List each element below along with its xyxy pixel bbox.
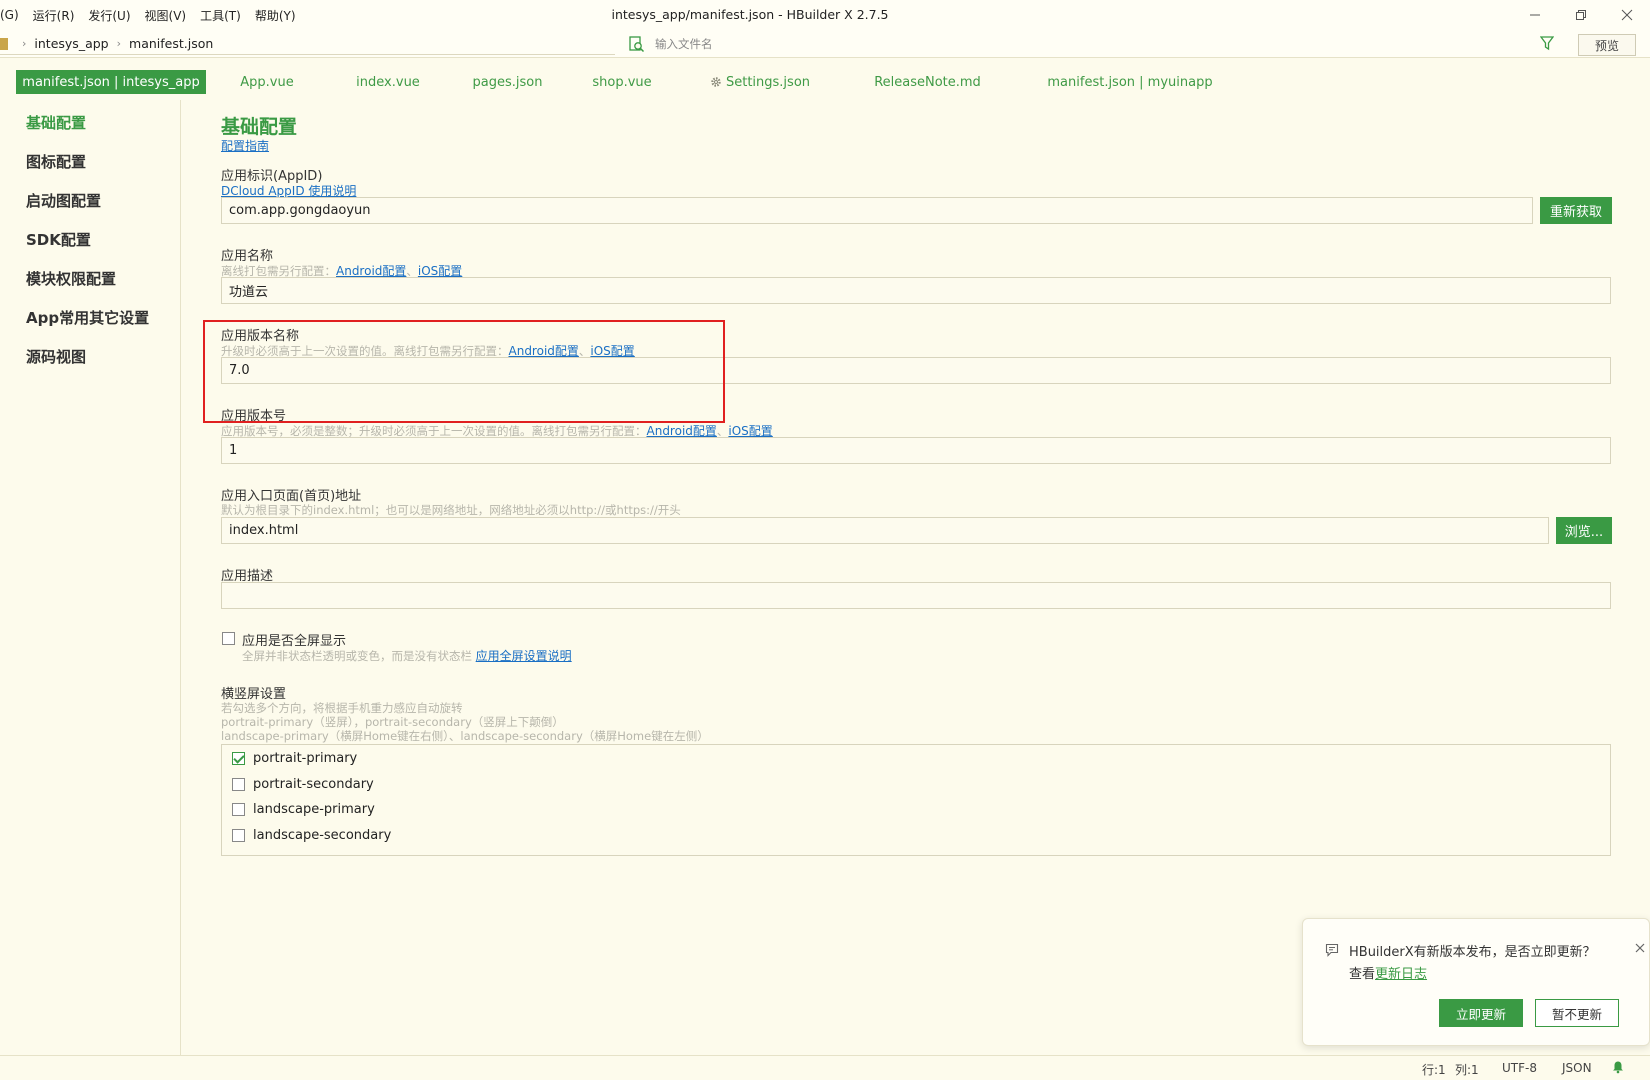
orientation-option-landscape-secondary[interactable]: landscape-secondary <box>232 825 391 845</box>
landscape-secondary-label: landscape-secondary <box>253 827 392 843</box>
version-code-hint-text: 应用版本号，必须是整数；升级时必须高于上一次设置的值。离线打包需另行配置： <box>221 424 647 438</box>
breadcrumb: › intesys_app › manifest.json <box>0 36 213 51</box>
tab-manifest-intesys[interactable]: manifest.json | intesys_app <box>16 70 206 94</box>
preview-button[interactable]: 预览 <box>1578 34 1636 56</box>
browse-button[interactable]: 浏览... <box>1556 517 1612 544</box>
app-name-field[interactable]: 功道云 <box>221 277 1611 304</box>
sidebar-item-splash[interactable]: 启动图配置 <box>26 190 101 211</box>
chevron-right-icon: › <box>22 37 27 50</box>
toolbar: › intesys_app › manifest.json 预览 <box>0 30 1650 58</box>
landscape-secondary-checkbox[interactable] <box>232 828 245 842</box>
fullscreen-hint: 全屏并非状态栏透明或变色，而是没有状态栏 应用全屏设置说明 <box>242 647 572 664</box>
entry-page-field[interactable]: index.html <box>221 517 1549 544</box>
project-icon <box>0 37 8 50</box>
orientation-option-portrait-primary[interactable]: portrait-primary <box>232 748 357 768</box>
minimize-icon[interactable] <box>1512 0 1558 30</box>
tab-manifest-myuinapp[interactable]: manifest.json | myuinapp <box>1040 70 1220 94</box>
tab-shop-vue[interactable]: shop.vue <box>582 70 662 94</box>
sidebar-item-basic[interactable]: 基础配置 <box>26 112 86 133</box>
close-notification-icon[interactable] <box>1635 941 1649 957</box>
breadcrumb-divider <box>0 54 615 55</box>
close-window-icon[interactable] <box>1604 0 1650 30</box>
orientation-options: portrait-primary portrait-secondary land… <box>221 744 1611 856</box>
breadcrumb-project[interactable]: intesys_app <box>34 36 108 51</box>
orientation-hint-3: landscape-primary（横屏Home键在右侧）、landscape-… <box>221 729 709 743</box>
update-notification: HBuilderX有新版本发布，是否立即更新？ 查看更新日志 立即更新 暂不更新 <box>1302 918 1650 1046</box>
sidebar-item-source[interactable]: 源码视图 <box>26 346 86 367</box>
status-encoding[interactable]: UTF-8 <box>1502 1061 1537 1075</box>
sidebar-item-icons[interactable]: 图标配置 <box>26 151 86 172</box>
app-name-ios-link[interactable]: iOS配置 <box>418 264 462 278</box>
file-search-icon[interactable] <box>628 35 646 53</box>
menu-bar: (G) 运行(R) 发行(U) 视图(V) 工具(T) 帮助(Y) intesy… <box>0 0 1650 30</box>
app-name-hint-sep: 、 <box>406 264 418 278</box>
update-message: HBuilderX有新版本发布，是否立即更新？ <box>1349 945 1596 960</box>
tab-app-vue[interactable]: App.vue <box>232 70 302 94</box>
config-guide-link[interactable]: 配置指南 <box>221 137 269 154</box>
appid-field[interactable]: com.app.gongdaoyun <box>221 197 1533 224</box>
description-field[interactable] <box>221 582 1611 609</box>
landscape-primary-checkbox[interactable] <box>232 802 245 816</box>
editor-tabs: manifest.json | intesys_app App.vue inde… <box>0 66 1650 96</box>
sidebar-item-modules[interactable]: 模块权限配置 <box>26 268 116 289</box>
view-prefix: 查看 <box>1349 967 1376 982</box>
refetch-appid-button[interactable]: 重新获取 <box>1540 197 1612 224</box>
portrait-secondary-label: portrait-secondary <box>253 776 374 792</box>
app-name-hint-text: 离线打包需另行配置： <box>221 264 336 278</box>
restore-icon[interactable] <box>1558 0 1604 30</box>
status-bar: 行:1 列:1 UTF-8 JSON <box>0 1055 1650 1080</box>
file-search-input[interactable] <box>655 33 1515 55</box>
config-form: 基础配置 配置指南 应用标识(AppID) DCloud AppID 使用说明 … <box>181 100 1650 1055</box>
sidebar-item-other[interactable]: App常用其它设置 <box>26 307 149 328</box>
breadcrumb-file[interactable]: manifest.json <box>129 36 213 51</box>
orientation-option-portrait-secondary[interactable]: portrait-secondary <box>232 774 374 794</box>
app-name-android-link[interactable]: Android配置 <box>336 264 406 278</box>
chevron-right-icon: › <box>116 37 122 50</box>
tab-index-vue[interactable]: index.vue <box>348 70 428 94</box>
landscape-primary-label: landscape-primary <box>253 801 375 817</box>
gear-icon <box>711 77 721 87</box>
orientation-option-landscape-primary[interactable]: landscape-primary <box>232 799 375 819</box>
portrait-primary-checkbox[interactable] <box>232 751 245 765</box>
highlight-annotation-box <box>203 320 725 423</box>
entry-page-hint: 默认为根目录下的index.html；也可以是网络地址，网络地址必须以http:… <box>221 503 681 517</box>
version-code-hint-sep: 、 <box>716 424 729 438</box>
status-language[interactable]: JSON <box>1562 1061 1592 1075</box>
window-title: intesys_app/manifest.json - HBuilder X 2… <box>611 7 889 22</box>
changelog-link[interactable]: 更新日志 <box>1375 967 1427 982</box>
tab-settings-label: Settings.json <box>725 74 811 90</box>
status-line[interactable]: 行:1 <box>1422 1061 1446 1078</box>
filter-icon[interactable] <box>1539 35 1555 51</box>
sidebar-item-sdk[interactable]: SDK配置 <box>26 229 91 250</box>
bell-icon[interactable] <box>1612 1060 1624 1077</box>
page-title: 基础配置 <box>221 116 298 138</box>
version-code-android-link[interactable]: Android配置 <box>647 424 717 438</box>
fullscreen-hint-text: 全屏并非状态栏透明或变色，而是没有状态栏 <box>242 649 472 663</box>
update-now-button[interactable]: 立即更新 <box>1439 999 1523 1027</box>
portrait-primary-label: portrait-primary <box>253 750 358 766</box>
not-now-button[interactable]: 暂不更新 <box>1535 999 1619 1027</box>
version-code-ios-link[interactable]: iOS配置 <box>728 424 772 438</box>
message-icon <box>1325 943 1339 957</box>
window-controls <box>1512 0 1650 30</box>
config-sidebar: 基础配置 图标配置 启动图配置 SDK配置 模块权限配置 App常用其它设置 源… <box>0 100 181 1055</box>
status-column[interactable]: 列:1 <box>1455 1061 1479 1078</box>
portrait-secondary-checkbox[interactable] <box>232 777 245 791</box>
fullscreen-checkbox[interactable] <box>222 632 235 645</box>
fullscreen-help-link[interactable]: 应用全屏设置说明 <box>476 649 572 663</box>
tab-releasenote-md[interactable]: ReleaseNote.md <box>865 70 990 94</box>
version-code-field[interactable]: 1 <box>221 437 1611 464</box>
tab-pages-json[interactable]: pages.json <box>465 70 550 94</box>
tab-settings-json[interactable]: Settings.json <box>700 70 820 94</box>
update-changelog-row: 查看更新日志 <box>1349 963 1427 982</box>
